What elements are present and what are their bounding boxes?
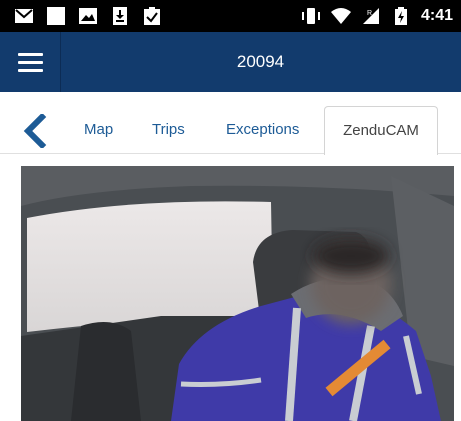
image-icon — [78, 6, 98, 26]
notification-square-icon — [46, 6, 66, 26]
tab-bar: Map Trips Exceptions ZenduCAM — [0, 106, 461, 155]
vehicle-title: 20094 — [236, 52, 285, 71]
svg-text:R: R — [367, 10, 372, 17]
vibrate-icon — [301, 6, 321, 26]
battery-icon — [391, 6, 411, 26]
status-time: 4:41 — [420, 7, 453, 24]
tab-zenducam[interactable]: ZenduCAM — [324, 106, 438, 155]
app-bar: 20094 — [0, 32, 461, 92]
tab-exceptions[interactable]: Exceptions — [226, 106, 299, 154]
gmail-icon — [14, 6, 34, 26]
chevron-left-icon — [23, 112, 47, 150]
clipboard-check-icon — [142, 6, 162, 26]
camera-snapshot — [21, 166, 454, 421]
menu-button[interactable] — [0, 32, 61, 92]
tab-map[interactable]: Map — [84, 106, 113, 154]
download-icon — [110, 6, 130, 26]
wifi-icon — [330, 6, 351, 26]
tab-trips[interactable]: Trips — [152, 106, 185, 154]
back-button[interactable] — [20, 112, 50, 150]
status-bar: R 4:41 — [0, 0, 461, 32]
cell-signal-icon: R — [361, 6, 381, 26]
